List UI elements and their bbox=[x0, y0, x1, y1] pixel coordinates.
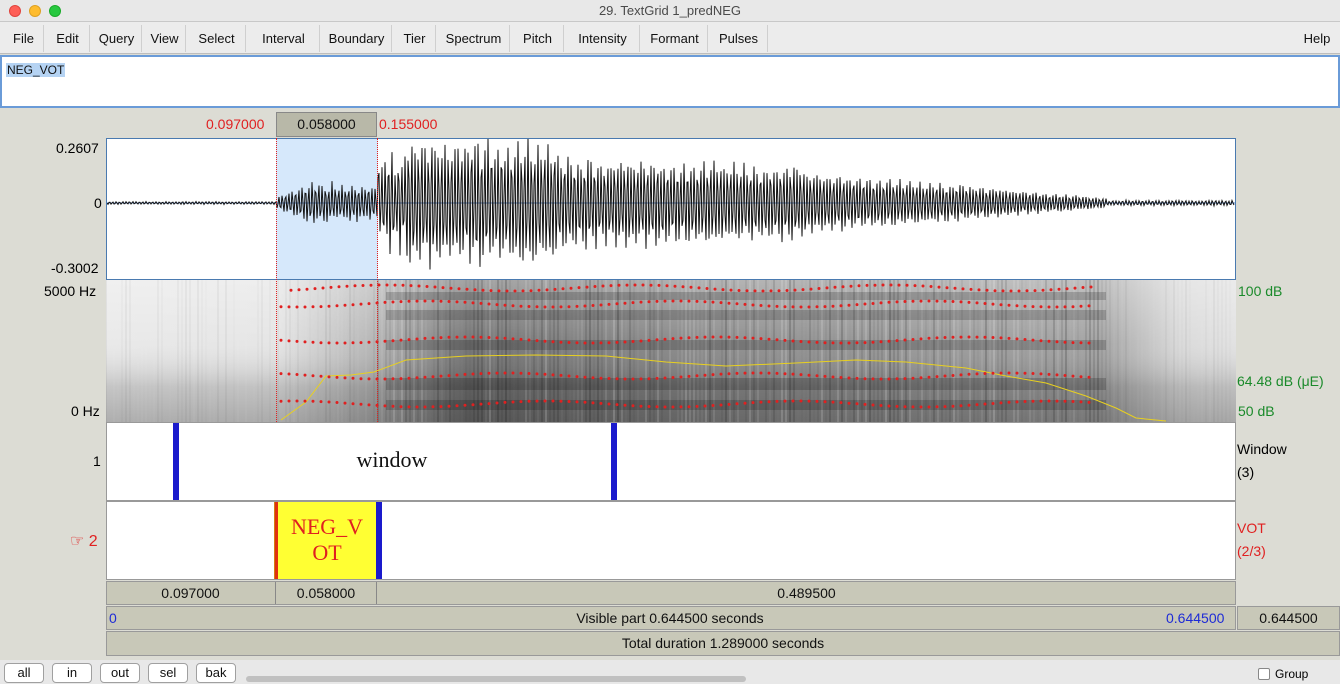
menu-select[interactable]: Select bbox=[188, 25, 246, 52]
pointing-hand-icon: ☞ bbox=[70, 533, 85, 550]
interval-text-value: NEG_VOT bbox=[6, 63, 66, 77]
interval-text-field[interactable]: NEG_VOT bbox=[0, 55, 1340, 108]
zoom-out-button[interactable]: out bbox=[100, 663, 140, 683]
tier2-name: VOT bbox=[1237, 520, 1266, 536]
waveform-min-label: -0.3002 bbox=[51, 260, 99, 276]
zoom-all-button[interactable]: all bbox=[4, 663, 44, 683]
menu-edit[interactable]: Edit bbox=[46, 25, 90, 52]
duration-segment-2[interactable]: 0.058000 bbox=[276, 582, 377, 604]
tier2-boundary-left[interactable] bbox=[274, 502, 278, 579]
zoom-selection-button[interactable]: sel bbox=[148, 663, 188, 683]
visible-total-label: 0.644500 bbox=[1259, 610, 1318, 626]
spectrogram-bottom-hz: 0 Hz bbox=[71, 403, 100, 419]
tier2-interval-text: NEG_V OT bbox=[290, 514, 364, 565]
tier1-count: (3) bbox=[1237, 464, 1255, 480]
spectrogram-top-hz: 5000 Hz bbox=[44, 283, 97, 299]
menu-pulses[interactable]: Pulses bbox=[710, 25, 768, 52]
menu-file[interactable]: File bbox=[4, 25, 44, 52]
duration-segment-1[interactable]: 0.097000 bbox=[106, 582, 276, 604]
visible-total-box[interactable]: 0.644500 bbox=[1237, 606, 1340, 630]
menu-query[interactable]: Query bbox=[92, 25, 142, 52]
group-checkbox[interactable] bbox=[1258, 668, 1270, 680]
menu-formant[interactable]: Formant bbox=[642, 25, 708, 52]
total-duration-bar[interactable]: Total duration 1.289000 seconds bbox=[106, 631, 1340, 656]
zoom-back-button[interactable]: bak bbox=[196, 663, 236, 683]
menu-intensity[interactable]: Intensity bbox=[566, 25, 640, 52]
window-title: 29. TextGrid 1_predNEG bbox=[598, 3, 742, 18]
tier2-number: 2 bbox=[88, 533, 98, 550]
intensity-bottom-db: 50 dB bbox=[1238, 403, 1275, 419]
tier2-number-row[interactable]: ☞ 2 bbox=[70, 531, 98, 551]
menu-interval[interactable]: Interval bbox=[248, 25, 320, 52]
selection-width-label: 0.058000 bbox=[297, 116, 356, 132]
menu-tier[interactable]: Tier bbox=[394, 25, 436, 52]
duration-segment-3[interactable]: 0.489500 bbox=[377, 582, 1236, 604]
waveform-max-label: 0.2607 bbox=[56, 140, 99, 156]
tier1-name: Window bbox=[1237, 441, 1287, 457]
total-duration-label: Total duration 1.289000 seconds bbox=[621, 635, 825, 651]
selection-end-line bbox=[377, 138, 378, 422]
zoom-in-button[interactable]: in bbox=[52, 663, 92, 683]
visible-end: 0.644500 bbox=[1166, 610, 1225, 626]
menu-spectrum[interactable]: Spectrum bbox=[438, 25, 510, 52]
selection-start-label: 0.097000 bbox=[206, 116, 265, 132]
intensity-mid-db: 64.48 dB (μE) bbox=[1237, 373, 1324, 389]
visible-part-label: Visible part 0.644500 seconds bbox=[576, 610, 764, 626]
visible-start: 0 bbox=[109, 610, 117, 626]
waveform-zero-label: 0 bbox=[94, 195, 102, 211]
menu-bar: File Edit Query View Select Interval Bou… bbox=[0, 22, 1340, 54]
intensity-top-db: 100 dB bbox=[1238, 283, 1283, 299]
menu-view[interactable]: View bbox=[144, 25, 186, 52]
tier2-boundary-right[interactable] bbox=[376, 502, 382, 579]
selection-end-label: 0.155000 bbox=[379, 116, 438, 132]
tier1-interval-text: window bbox=[356, 447, 428, 472]
tier2-panel[interactable]: NEG_V OT bbox=[106, 501, 1236, 580]
tier1-panel[interactable]: window bbox=[106, 422, 1236, 501]
menu-help[interactable]: Help bbox=[1296, 25, 1338, 52]
menu-pitch[interactable]: Pitch bbox=[512, 25, 564, 52]
selection-width-box[interactable]: 0.058000 bbox=[276, 112, 377, 137]
group-label: Group bbox=[1275, 667, 1309, 681]
horizontal-scrollbar[interactable] bbox=[246, 676, 746, 682]
title-bar: 29. TextGrid 1_predNEG bbox=[0, 0, 1340, 22]
selection-start-line bbox=[276, 138, 277, 422]
tier1-number: 1 bbox=[93, 453, 101, 469]
tier1-boundary-left[interactable] bbox=[173, 423, 179, 500]
tier1-boundary-right[interactable] bbox=[611, 423, 617, 500]
menu-boundary[interactable]: Boundary bbox=[322, 25, 392, 52]
tier2-count: (2/3) bbox=[1237, 543, 1266, 559]
